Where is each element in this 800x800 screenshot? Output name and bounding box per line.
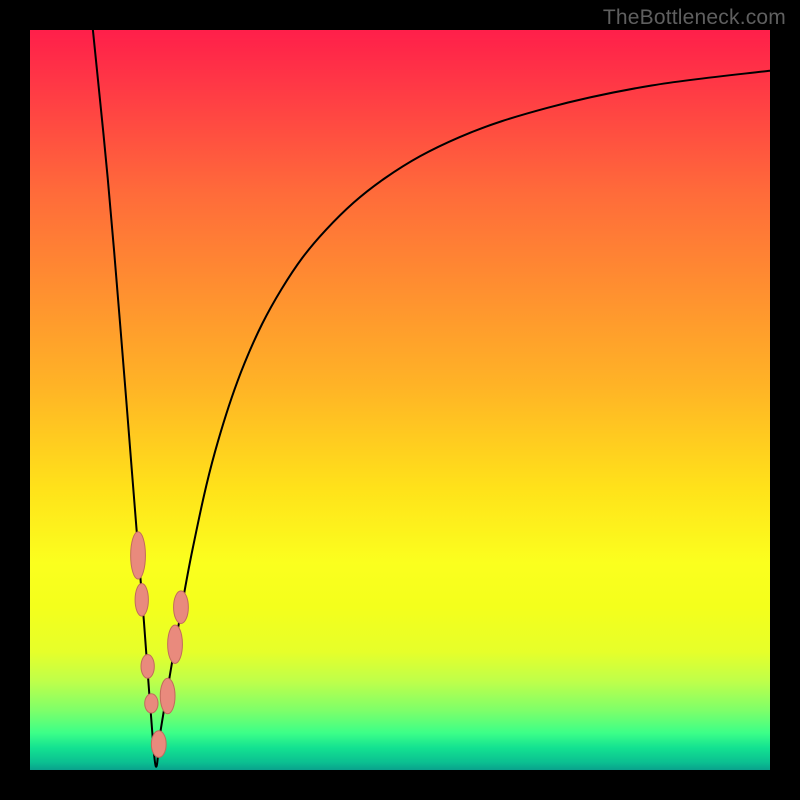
plot-area bbox=[30, 30, 770, 770]
data-marker bbox=[131, 532, 146, 579]
data-marker bbox=[174, 591, 189, 624]
bottleneck-curve bbox=[93, 30, 770, 767]
data-marker bbox=[160, 678, 175, 714]
data-marker bbox=[141, 655, 154, 679]
chart-svg bbox=[30, 30, 770, 770]
watermark-text: TheBottleneck.com bbox=[603, 6, 786, 30]
data-marker bbox=[168, 625, 183, 663]
data-marker bbox=[135, 584, 148, 617]
data-marker bbox=[145, 694, 158, 713]
data-marker bbox=[151, 731, 166, 758]
chart-frame: TheBottleneck.com bbox=[0, 0, 800, 800]
